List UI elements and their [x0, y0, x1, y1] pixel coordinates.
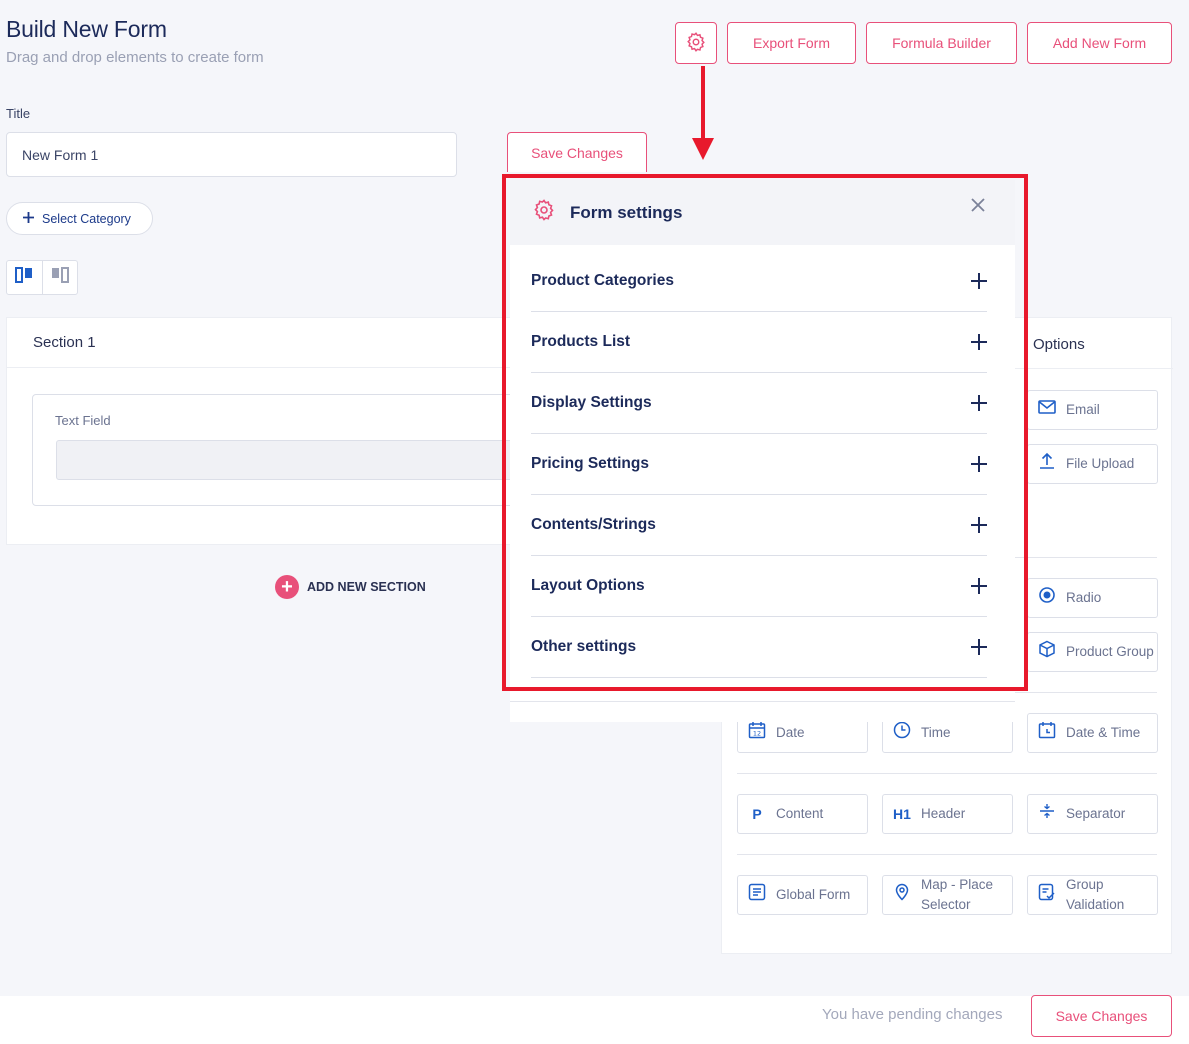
tool-global-form[interactable]: Global Form	[737, 875, 868, 915]
text-field-preview	[56, 440, 536, 480]
footer-bar	[0, 996, 1189, 1044]
box-icon	[1038, 640, 1056, 664]
annotation-arrow-head	[692, 138, 714, 160]
tool-radio[interactable]: Radio	[1027, 578, 1158, 618]
save-changes-button-bottom[interactable]: Save Changes	[1031, 995, 1172, 1037]
calendar-time-icon	[1038, 721, 1056, 745]
plus-circle-icon: +	[275, 575, 299, 599]
title-label: Title	[6, 106, 31, 121]
pending-changes-text: You have pending changes	[822, 1006, 1003, 1023]
select-category-button[interactable]: Select Category	[6, 202, 153, 235]
tool-email[interactable]: Email	[1027, 390, 1158, 430]
map-pin-icon	[893, 883, 911, 907]
highlight-frame	[502, 174, 1028, 691]
tool-label: Content	[776, 806, 824, 821]
form-icon	[748, 883, 766, 907]
tool-date-time[interactable]: Date & Time	[1027, 713, 1158, 753]
tool-header[interactable]: H1 Header	[882, 794, 1013, 834]
text-field-element[interactable]: Text Field	[32, 394, 536, 506]
options-tab[interactable]: Options	[1033, 336, 1085, 353]
svg-text:12: 12	[753, 730, 761, 738]
save-changes-button-top[interactable]: Save Changes	[507, 132, 647, 172]
tool-group-validation[interactable]: Group Validation	[1027, 875, 1158, 915]
tool-label: Map - Place Selector	[921, 877, 994, 912]
tool-label: Date	[776, 725, 805, 740]
radio-icon	[1038, 586, 1056, 610]
tool-label: Date & Time	[1066, 725, 1141, 740]
clock-icon	[893, 721, 911, 745]
settings-button[interactable]	[675, 22, 717, 64]
calendar-icon: 12	[748, 721, 766, 745]
tool-map-place-selector[interactable]: Map - Place Selector	[882, 875, 1013, 915]
title-input-value: New Form 1	[22, 146, 99, 163]
layout-sidebar-right-icon	[51, 267, 69, 288]
add-new-section-label: ADD NEW SECTION	[307, 580, 426, 594]
title-input[interactable]: New Form 1	[6, 132, 457, 177]
tool-group-divider	[737, 773, 1157, 774]
mail-icon	[1038, 400, 1056, 420]
tool-group-divider	[737, 854, 1157, 855]
annotation-arrow-shaft	[701, 66, 705, 140]
select-category-label: Select Category	[42, 211, 131, 226]
plus-icon	[23, 211, 34, 226]
tool-label: Header	[921, 806, 966, 821]
section-card: Section 1 Text Field	[6, 317, 536, 545]
formula-builder-button[interactable]: Formula Builder	[866, 22, 1017, 64]
tool-label: Radio	[1066, 590, 1102, 605]
section-title[interactable]: Section 1	[7, 318, 525, 368]
paragraph-icon: P	[752, 806, 762, 822]
text-field-label: Text Field	[55, 413, 111, 428]
layout-toggle	[6, 260, 78, 295]
tool-separator[interactable]: Separator	[1027, 794, 1158, 834]
checklist-icon	[1038, 883, 1056, 907]
layout-left-button[interactable]	[7, 261, 43, 294]
page-title: Build New Form	[6, 16, 167, 42]
tool-label: File Upload	[1066, 456, 1135, 471]
layout-right-button[interactable]	[43, 261, 78, 294]
tool-label: Global Form	[776, 887, 851, 902]
tool-content[interactable]: P Content	[737, 794, 868, 834]
export-form-button[interactable]: Export Form	[727, 22, 856, 64]
tool-label: Separator	[1066, 806, 1126, 821]
tool-label: Time	[921, 725, 951, 740]
add-new-section-button[interactable]: + ADD NEW SECTION	[275, 575, 426, 599]
tool-label: Email	[1066, 402, 1100, 417]
page-subtitle: Drag and drop elements to create form	[6, 49, 264, 66]
separator-icon	[1038, 802, 1056, 826]
tool-product-group[interactable]: Product Group	[1027, 632, 1158, 672]
gear-icon	[685, 31, 707, 56]
tool-file-upload[interactable]: File Upload	[1027, 444, 1158, 484]
layout-sidebar-left-icon	[15, 267, 33, 288]
heading-icon: H1	[893, 806, 911, 822]
add-new-form-button[interactable]: Add New Form	[1027, 22, 1172, 64]
upload-icon	[1038, 452, 1056, 476]
modal-bottom-divider	[510, 701, 1015, 702]
tool-label: Product Group	[1066, 644, 1154, 659]
tool-label: Group Validation	[1066, 877, 1125, 912]
